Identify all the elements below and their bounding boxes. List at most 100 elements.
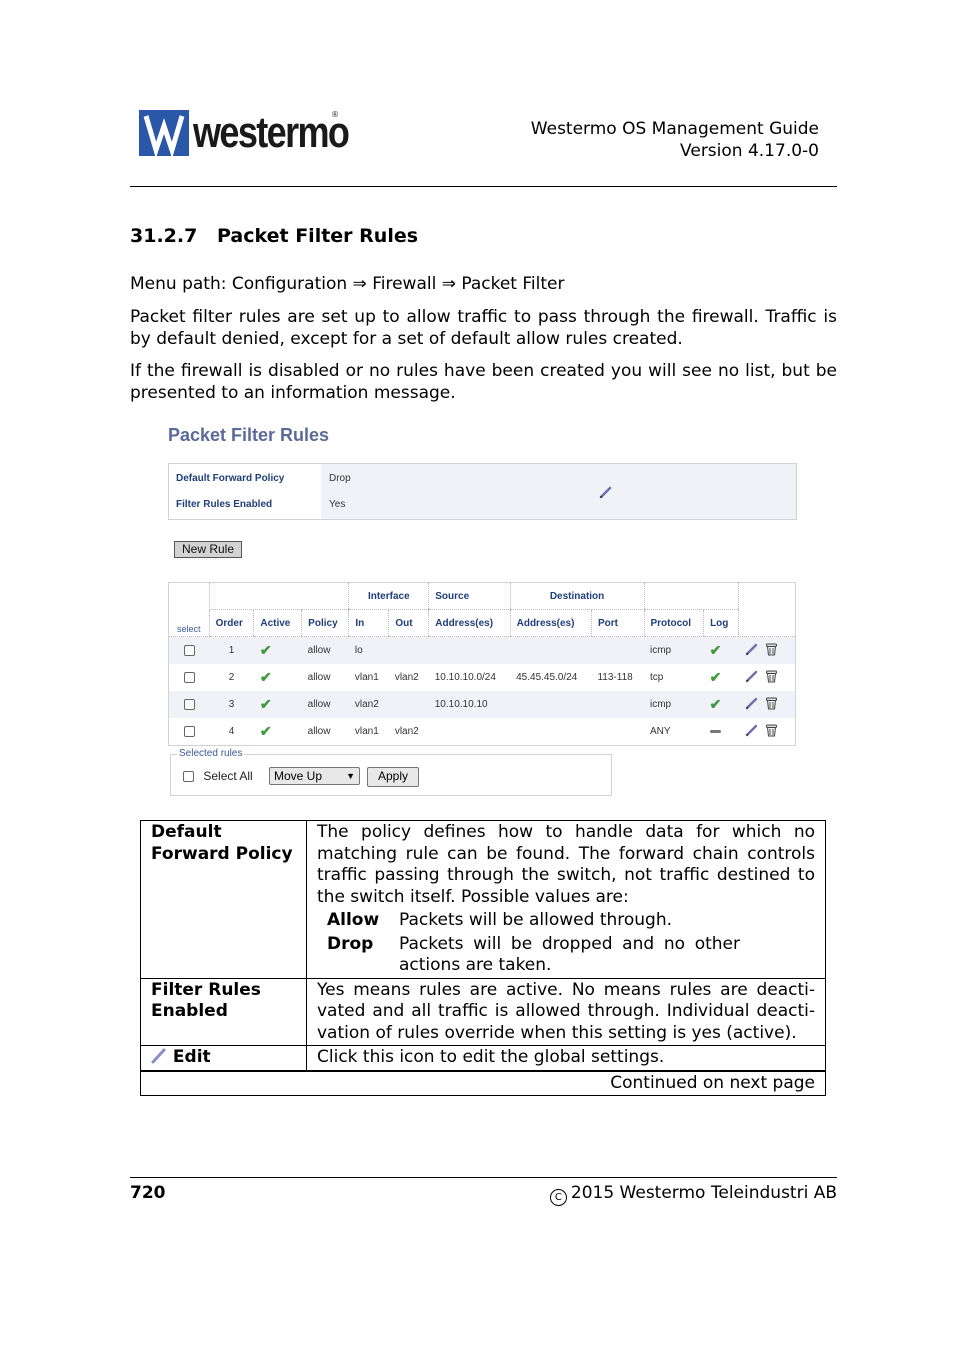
parameter-description-table: Default Forward Policy The policy define… [140,820,826,1096]
pencil-icon [151,1047,167,1067]
document-title: Westermo OS Management Guide [530,119,819,139]
rule-interface-in: lo [348,636,389,664]
desc-definition: The policy defines how to handle data fo… [306,820,826,979]
rule-interface-out [388,691,429,718]
desc-term-label: Edit [172,1047,211,1067]
apply-button[interactable]: Apply [367,767,419,787]
rule-row: 1 ✔ allow lo icmp ✔ [168,636,796,664]
rule-actions [738,691,796,718]
delete-rule-trash-icon[interactable] [765,670,777,686]
rule-protocol: tcp [650,672,664,683]
delete-rule-trash-icon[interactable] [765,697,777,713]
global-settings-panel: Default Forward Policy Drop Filter Rules… [168,463,797,520]
rule-policy: allow [301,636,349,664]
rule-select-checkbox[interactable] [183,671,195,683]
rule-destination-address [510,718,591,746]
disabled-dash-icon [709,729,721,733]
rule-source-address [428,636,511,664]
footer-divider [130,1177,837,1178]
rule-active: ✔ [253,691,302,718]
rule-protocol: ANY [650,726,671,737]
rule-interface-in: vlan1 [354,726,379,737]
rule-destination-address [510,691,592,718]
rule-policy: allow [307,726,331,737]
ui-page-title: Packet Filter Rules [168,425,330,445]
continued-note: Continued on next page [140,1070,826,1096]
desc-row-edit: Edit Click this icon to edit the global … [140,1045,826,1072]
select-all-checkbox[interactable] [183,771,194,783]
bulk-action-selected-value: Move Up [274,769,323,783]
checkmark-icon: ✔ [709,696,722,712]
desc-definition: Click this icon to edit the global setti… [306,1045,826,1072]
selected-rules-legend: Selected rules [177,748,245,759]
selected-rules-fieldset: Selected rules Select All Move Up ▼ Appl… [170,748,612,796]
column-group-source: Source [428,582,511,610]
new-rule-button[interactable]: New Rule [174,541,243,558]
checkmark-icon: ✔ [259,696,272,712]
rule-policy: allow [301,691,349,718]
checkmark-icon: ✔ [259,723,272,739]
rule-log: ✔ [703,636,739,664]
rule-source-address: 10.10.10.0/24 [434,672,496,683]
desc-row-continued: Continued on next page [140,1070,826,1096]
rule-destination-port [591,636,644,664]
rule-destination-port: 113-118 [597,672,633,683]
rule-interface-out [388,636,429,664]
section-heading: 31.2.7 Packet Filter Rules [130,225,418,247]
rule-select-checkbox[interactable] [183,698,195,710]
edit-rule-pencil-icon[interactable] [745,697,758,713]
delete-rule-trash-icon[interactable] [765,643,777,659]
info-paragraph: If the firewall is disabled or no rules … [130,361,837,403]
logo-wordmark: westermo [193,108,350,157]
column-header-out: Out [388,609,429,637]
menu-path-text: Menu path: Configuration ⇒ Firewall ⇒ Pa… [130,274,565,294]
possible-values-list: Allow Packets will be allowed through. D… [327,910,815,977]
rule-interface-out: vlan2 [394,726,419,737]
column-header-policy: Policy [301,609,349,637]
checkmark-icon: ✔ [259,669,272,685]
rule-row: 2 ✔ allow vlan1 vlan2 10.10.10.0/24 45.45.45.0… [169,664,796,691]
column-header-in: In [348,609,389,637]
edit-rule-pencil-icon[interactable] [745,643,758,659]
section-number: 31.2.7 [130,225,198,247]
rule-order: 2 [228,672,235,683]
desc-row-default-forward-policy: Default Forward Policy The policy define… [140,820,826,979]
rule-interface-in: vlan1 [354,672,379,683]
filter-rules-enabled-value: Yes [329,499,346,510]
rule-destination-port [591,718,644,746]
edit-global-settings-pencil-icon[interactable] [599,484,613,503]
rule-select-cell [168,691,210,718]
rule-order: 1 [209,636,254,664]
bulk-action-select[interactable]: Move Up ▼ [269,767,360,785]
rule-log: ✔ [703,691,739,718]
edit-rule-pencil-icon[interactable] [745,670,758,686]
rule-source-address [429,718,510,746]
delete-rule-trash-icon[interactable] [765,724,777,740]
column-header-select: select [168,582,210,637]
column-header-port: Port [590,609,644,637]
rule-row: 4 ✔ allow vlan1 vlan2 ANY [169,718,796,746]
rule-select-checkbox[interactable] [183,725,195,737]
column-header-source-address: Address(es) [428,609,511,637]
rule-select-cell [169,718,210,746]
default-forward-policy-label: Default Forward Policy [176,473,285,484]
rule-row: 3 ✔ allow vlan2 10.10.10.10 icmp ✔ [168,691,796,718]
copyright-notice: C 2015 Westermo Teleindustri AB [549,1183,837,1206]
rule-actions [739,718,796,746]
copyright-icon: C [549,1189,567,1206]
rule-destination-port [591,691,644,718]
filter-rules-enabled-label: Filter Rules Enabled [176,499,273,510]
rule-select-checkbox[interactable] [183,644,195,656]
edit-rule-pencil-icon[interactable] [745,724,758,740]
column-header-log: Log [703,609,739,637]
document-version: Version 4.17.0-0 [680,141,819,161]
value-key: Allow [327,910,380,930]
column-header-order: Order [208,609,254,637]
column-group-empty-2 [643,582,739,610]
rule-actions [739,664,796,691]
rule-select-cell [169,664,210,691]
column-group-destination: Destination [509,582,644,610]
rule-active: ✔ [254,664,302,691]
value-item-allow: Allow Packets will be allowed through. [327,910,815,932]
column-header-active: Active [253,609,302,637]
